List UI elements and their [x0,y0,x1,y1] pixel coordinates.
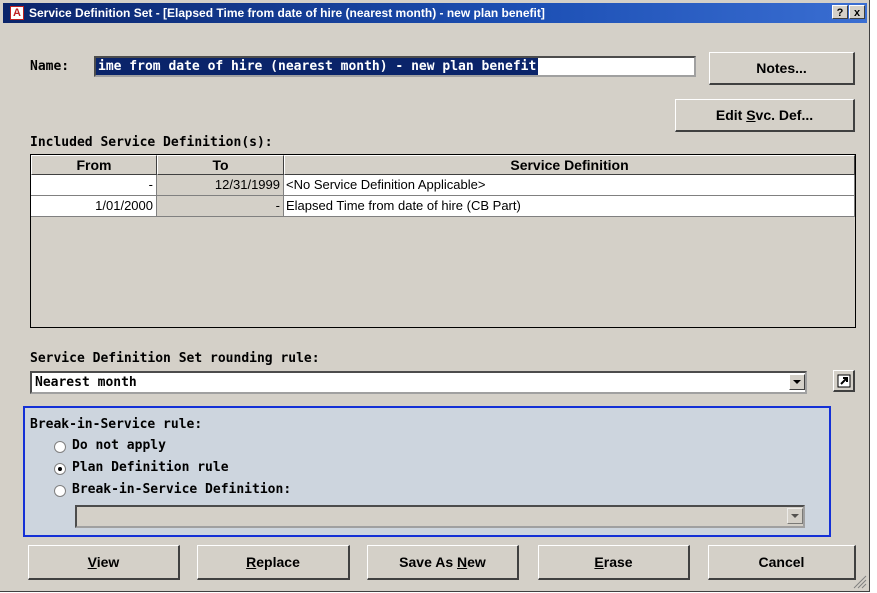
cancel-button[interactable]: Cancel [708,545,856,580]
open-link-icon[interactable] [833,370,855,392]
chevron-down-icon[interactable] [789,374,805,390]
edit-svc-def-label: Edit Svc. Def... [715,107,814,123]
table-header: From To Service Definition [31,155,855,175]
col-header-from[interactable]: From [31,155,157,175]
radio-do-not-apply[interactable] [54,441,66,453]
rounding-rule-label: Service Definition Set rounding rule: [30,351,320,366]
cell-definition[interactable]: Elapsed Time from date of hire (CB Part) [284,196,855,217]
radio-bis-definition[interactable] [54,485,66,497]
bis-definition-select[interactable] [75,505,805,528]
erase-button[interactable]: Erase [538,545,690,580]
help-button[interactable]: ? [832,5,848,19]
name-input-selected-text: ime from date of hire (nearest month) - … [96,58,539,75]
replace-label: Replace [246,554,300,570]
table-row[interactable]: 1/01/2000 - Elapsed Time from date of hi… [31,196,855,217]
cell-definition[interactable]: <No Service Definition Applicable> [284,175,855,196]
resize-grip-icon[interactable] [853,575,867,589]
option-bis-definition[interactable]: Break-in-Service Definition: [72,482,291,497]
name-input[interactable]: ime from date of hire (nearest month) - … [94,56,696,77]
chevron-down-icon[interactable] [787,508,803,524]
replace-button[interactable]: Replace [197,545,350,580]
save-as-new-button[interactable]: Save As New [367,545,519,580]
service-definition-set-window: A Service Definition Set - [Elapsed Time… [0,0,870,592]
option-plan-definition-rule[interactable]: Plan Definition rule [72,460,229,475]
col-header-service-definition[interactable]: Service Definition [284,155,855,175]
window-title: Service Definition Set - [Elapsed Time f… [29,6,545,20]
break-in-service-group: Break-in-Service rule: Do not apply Plan… [23,406,831,537]
cell-to[interactable]: 12/31/1999 [157,175,284,196]
cell-from[interactable]: 1/01/2000 [31,196,157,217]
cell-from[interactable]: - [31,175,157,196]
service-definition-table[interactable]: From To Service Definition - 12/31/1999 … [30,154,856,328]
rounding-rule-value: Nearest month [35,375,137,390]
view-button[interactable]: View [28,545,180,580]
table-row[interactable]: - 12/31/1999 <No Service Definition Appl… [31,175,855,196]
erase-label: Erase [594,554,633,570]
cell-to[interactable]: - [157,196,284,217]
option-do-not-apply[interactable]: Do not apply [72,438,166,453]
close-button[interactable]: x [849,5,865,19]
included-label: Included Service Definition(s): [30,135,273,150]
view-label: View [87,554,120,570]
col-header-to[interactable]: To [157,155,284,175]
notes-button[interactable]: Notes... [709,52,855,85]
edit-svc-def-button[interactable]: Edit Svc. Def... [675,99,855,132]
app-icon: A [10,6,24,20]
title-bar[interactable]: A Service Definition Set - [Elapsed Time… [3,3,867,23]
name-label: Name: [30,59,70,74]
rounding-rule-select[interactable]: Nearest month [30,371,807,394]
bis-label: Break-in-Service rule: [30,417,203,432]
radio-plan-definition-rule[interactable] [54,463,66,475]
arrow-up-right-icon [837,374,850,387]
save-as-new-label: Save As New [399,554,486,570]
